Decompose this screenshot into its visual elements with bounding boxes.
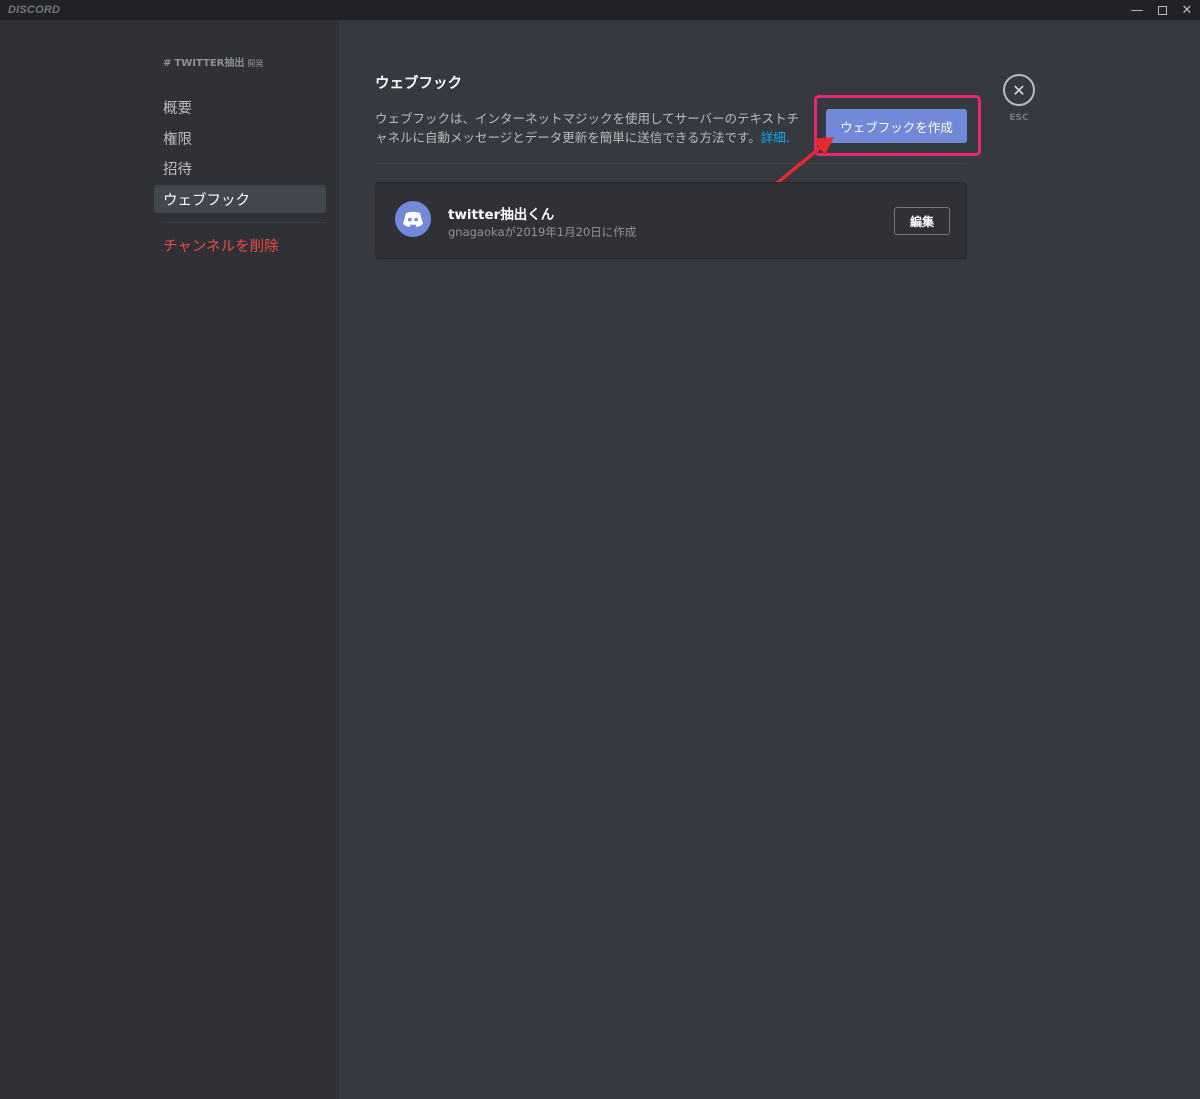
maximize-button[interactable]	[1154, 2, 1170, 18]
edit-webhook-button[interactable]: 編集	[894, 207, 950, 235]
channel-hash-icon: #	[163, 58, 172, 69]
minimize-button[interactable]: —	[1129, 2, 1145, 18]
close-window-button[interactable]: ✕	[1179, 2, 1195, 18]
discord-logo-icon	[395, 201, 431, 237]
description-text: ウェブフックは、インターネットマジックを使用してサーバーのテキストチャネルに自動…	[375, 111, 800, 145]
sidebar-item-overview[interactable]: 概要	[154, 93, 326, 121]
webhook-created-info: gnagaokaが2019年1月20日に作成	[448, 225, 637, 239]
webhook-name: twitter抽出くん	[448, 207, 555, 223]
category-name: 開発	[247, 59, 264, 68]
sidebar-header: # TWITTER抽出 開発	[163, 54, 263, 69]
app-logo: DISCORD	[8, 4, 61, 16]
sidebar-item-webhooks[interactable]: ウェブフック	[154, 185, 326, 213]
section-divider	[375, 163, 967, 164]
delete-channel-button[interactable]: チャンネルを削除	[154, 231, 326, 259]
create-webhook-button[interactable]: ウェブフックを作成	[826, 109, 967, 143]
sidebar-item-invites[interactable]: 招待	[154, 154, 326, 182]
page-description: ウェブフックは、インターネットマジックを使用してサーバーのテキストチャネルに自動…	[375, 109, 810, 147]
title-bar: DISCORD — ✕	[0, 0, 1200, 20]
webhook-card[interactable]: twitter抽出くん gnagaokaが2019年1月20日に作成 編集	[375, 182, 967, 259]
close-settings-button[interactable]: ✕	[1003, 74, 1035, 106]
channel-name: TWITTER抽出	[174, 58, 245, 69]
esc-label: ESC	[1009, 113, 1029, 123]
page-title: ウェブフック	[375, 76, 462, 92]
learn-more-link[interactable]: 詳細.	[761, 130, 790, 145]
maximize-icon	[1157, 5, 1167, 15]
sidebar-divider	[163, 222, 326, 223]
sidebar-item-permissions[interactable]: 権限	[154, 124, 326, 152]
